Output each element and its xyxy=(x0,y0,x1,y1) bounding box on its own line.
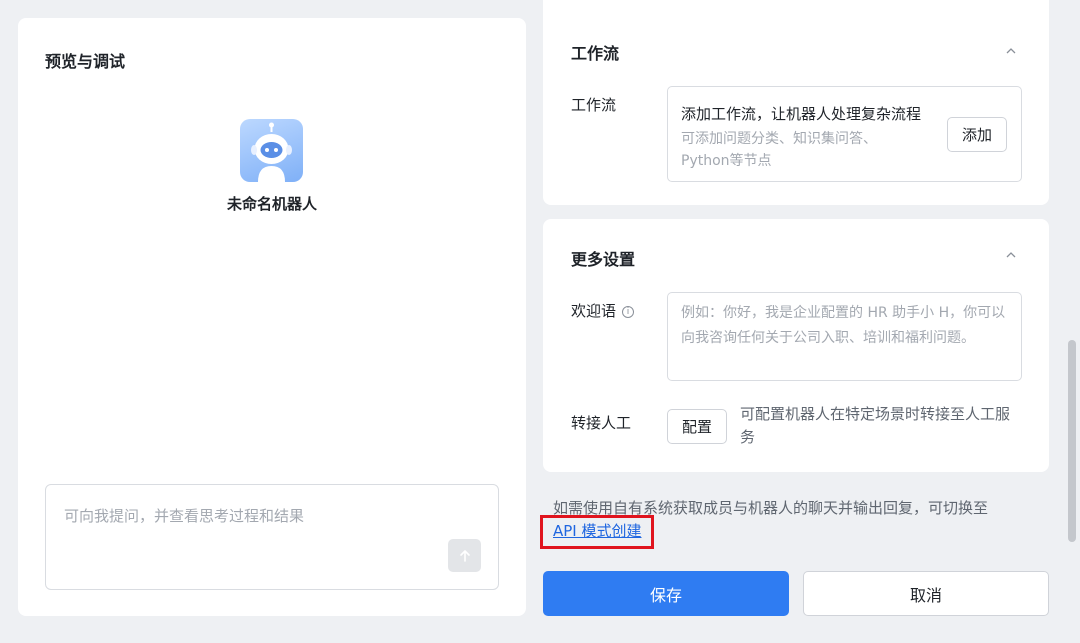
scrollbar[interactable] xyxy=(1068,340,1076,542)
workflow-box-title: 添加工作流，让机器人处理复杂流程 xyxy=(681,105,922,123)
highlight-box xyxy=(540,515,654,549)
preview-panel: 预览与调试 未命名机器人 可向我提问，并查看思考过程和结果 xyxy=(18,18,526,616)
welcome-label-text: 欢迎语 xyxy=(571,302,617,320)
welcome-label: 欢迎语 i xyxy=(571,300,635,321)
workflow-add-box: 添加工作流，让机器人处理复杂流程 可添加问题分类、知识集问答、Python等节点… xyxy=(667,86,1022,182)
chat-placeholder: 可向我提问，并查看思考过程和结果 xyxy=(64,507,305,525)
workflow-field-label: 工作流 xyxy=(571,96,617,114)
add-workflow-button[interactable]: 添加 xyxy=(947,117,1007,152)
send-button[interactable] xyxy=(448,539,481,572)
configure-handoff-button[interactable]: 配置 xyxy=(667,409,727,444)
chat-input[interactable]: 可向我提问，并查看思考过程和结果 xyxy=(45,484,499,590)
chevron-up-icon[interactable] xyxy=(1005,249,1017,261)
welcome-message-input[interactable]: 例如：你好，我是企业配置的 HR 助手小 H，你可以向我咨询任何关于公司入职、培… xyxy=(667,292,1022,381)
cancel-button[interactable]: 取消 xyxy=(803,571,1049,616)
arrow-up-icon xyxy=(459,549,470,562)
info-icon[interactable]: i xyxy=(622,306,635,318)
welcome-placeholder: 例如：你好，我是企业配置的 HR 助手小 H，你可以向我咨询任何关于公司入职、培… xyxy=(681,305,1006,346)
chevron-up-icon[interactable] xyxy=(1005,45,1017,57)
workflow-card: 工作流 工作流 添加工作流，让机器人处理复杂流程 可添加问题分类、知识集问答、P… xyxy=(543,0,1049,205)
workflow-box-desc: 可添加问题分类、知识集问答、Python等节点 xyxy=(681,131,877,169)
more-settings-title: 更多设置 xyxy=(571,250,636,269)
preview-title: 预览与调试 xyxy=(45,52,126,71)
more-settings-card: 更多设置 欢迎语 i 例如：你好，我是企业配置的 HR 助手小 H，你可以向我咨询… xyxy=(543,219,1049,472)
save-button[interactable]: 保存 xyxy=(543,571,789,616)
handoff-desc: 可配置机器人在特定场景时转接至人工服务 xyxy=(740,405,1011,446)
bot-avatar xyxy=(240,119,303,182)
bot-name: 未命名机器人 xyxy=(226,195,317,213)
workflow-section-title: 工作流 xyxy=(571,44,620,63)
robot-icon xyxy=(251,122,292,182)
handoff-label: 转接人工 xyxy=(571,414,632,432)
